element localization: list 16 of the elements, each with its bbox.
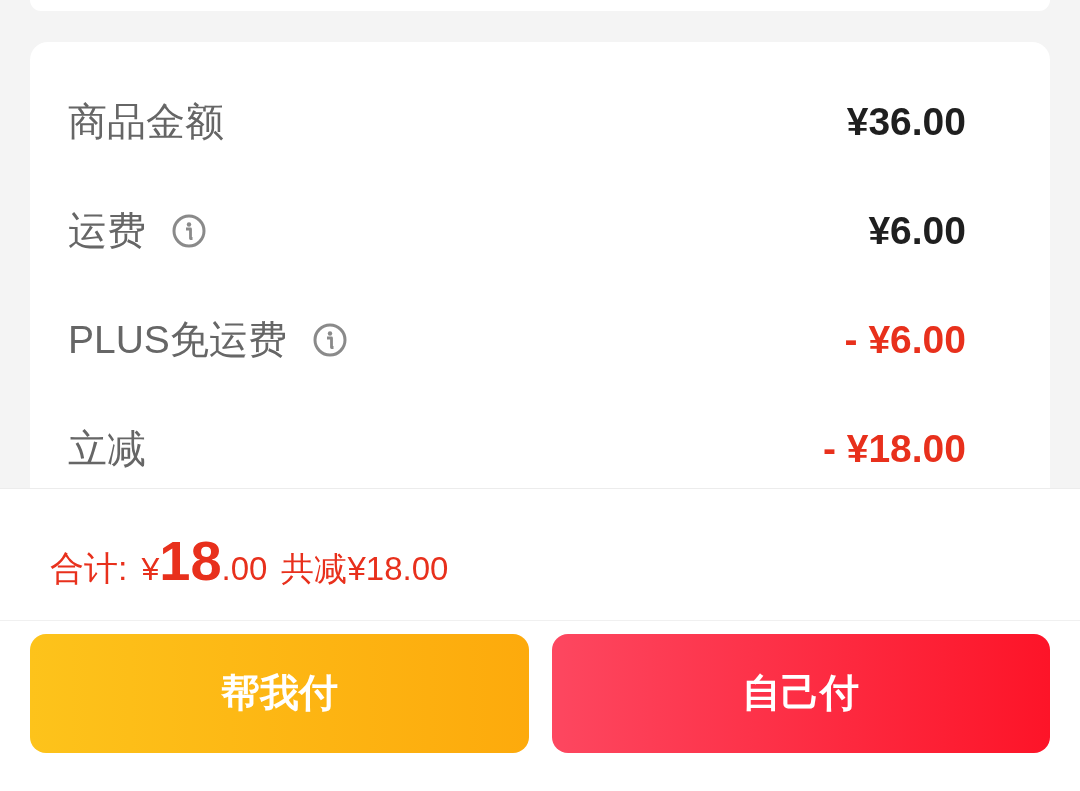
info-icon[interactable] [312, 323, 347, 358]
row-label: PLUS免运费 [68, 317, 287, 364]
discount-amount: - ¥18.00 [822, 426, 966, 473]
info-icon[interactable] [172, 214, 206, 249]
total-amount-integer: 18 [159, 533, 222, 589]
row-label: 商品金额 [68, 99, 224, 146]
row-label: 立减 [68, 426, 146, 473]
price-amount: ¥6.00 [868, 208, 966, 255]
savings-text: 共减¥18.00 [281, 549, 449, 589]
discount-amount: - ¥6.00 [844, 317, 966, 364]
price-amount: ¥36.00 [846, 99, 966, 146]
total-label: 合计: [50, 548, 128, 589]
row-label: 运费 [68, 208, 146, 255]
total-amount-decimal: .00 [221, 549, 268, 589]
pay-button[interactable]: 自己付 [551, 634, 1050, 753]
currency-symbol: ¥ [141, 551, 160, 589]
